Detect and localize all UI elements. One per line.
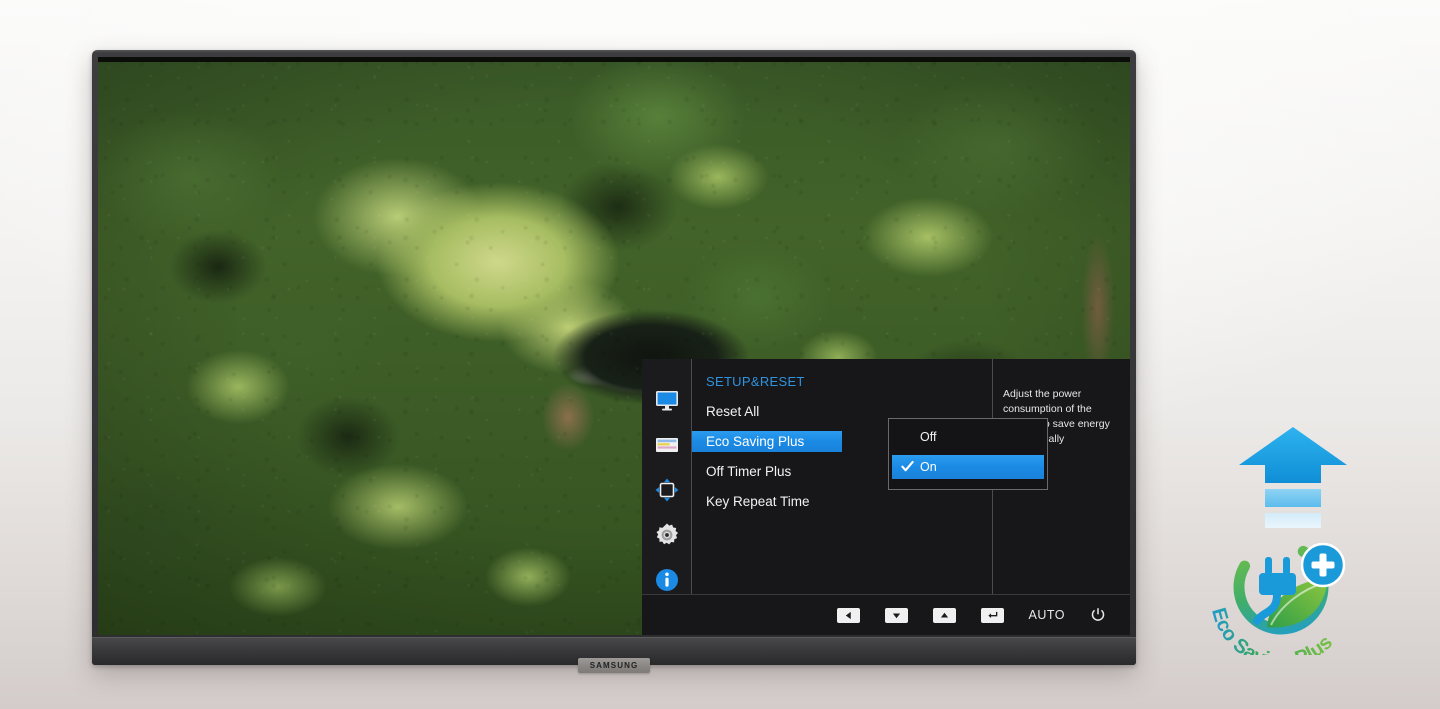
submenu-option-on-label: On [920,460,937,474]
up-arrow-icon [940,612,948,617]
down-arrow-key[interactable] [884,607,908,623]
monitor-screen: SETUP&RESET Reset All Eco Saving Plus Of… [98,57,1130,635]
osd-menu-column: SETUP&RESET Reset All Eco Saving Plus Of… [692,359,1048,594]
eco-saving-plus-submenu: Off On [888,418,1048,490]
samsung-brand-badge: SAMSUNG [578,658,650,673]
power-key[interactable] [1090,607,1106,623]
eco-saving-plus-emblem: Eco Saving Plus [1207,539,1346,655]
submenu-option-off[interactable]: Off [892,425,1044,449]
down-arrow-icon [892,613,900,618]
enter-key[interactable] [980,607,1004,623]
page-root: SETUP&RESET Reset All Eco Saving Plus Of… [0,0,1440,709]
checkmark-icon [901,460,914,472]
samsung-monitor: SETUP&RESET Reset All Eco Saving Plus Of… [92,50,1136,665]
menu-item-eco-saving-plus[interactable]: Eco Saving Plus [692,431,842,452]
left-arrow-key[interactable] [836,607,860,623]
upward-energy-arrow-icon [1239,427,1347,528]
menu-item-key-repeat-time[interactable]: Key Repeat Time [692,491,842,512]
osd-body: SETUP&RESET Reset All Eco Saving Plus Of… [642,359,1130,594]
display-icon[interactable] [654,387,680,413]
onscreen-display-icon[interactable] [654,432,680,458]
osd-footer-keys: AUTO [642,594,1130,635]
screen-top-letterbox [98,57,1130,62]
up-arrow-key[interactable] [932,607,956,623]
samsung-brand-label: SAMSUNG [589,661,639,670]
enter-return-icon [987,611,997,618]
osd-menu: SETUP&RESET Reset All Eco Saving Plus Of… [642,359,1130,635]
bezel-sheen [92,50,1136,53]
auto-key[interactable]: AUTO [1029,608,1066,622]
pip-pbp-icon[interactable] [654,477,680,503]
information-icon[interactable] [654,567,680,593]
left-arrow-icon [845,611,851,619]
osd-icon-rail [642,359,692,594]
osd-section-title: SETUP&RESET [706,374,805,389]
eco-saving-plus-graphic: Eco Saving Plus [1205,425,1390,655]
menu-item-reset-all[interactable]: Reset All [692,401,842,422]
menu-item-off-timer-plus[interactable]: Off Timer Plus [692,461,842,482]
setup-reset-gear-icon[interactable] [654,522,680,548]
submenu-option-on[interactable]: On [892,455,1044,479]
